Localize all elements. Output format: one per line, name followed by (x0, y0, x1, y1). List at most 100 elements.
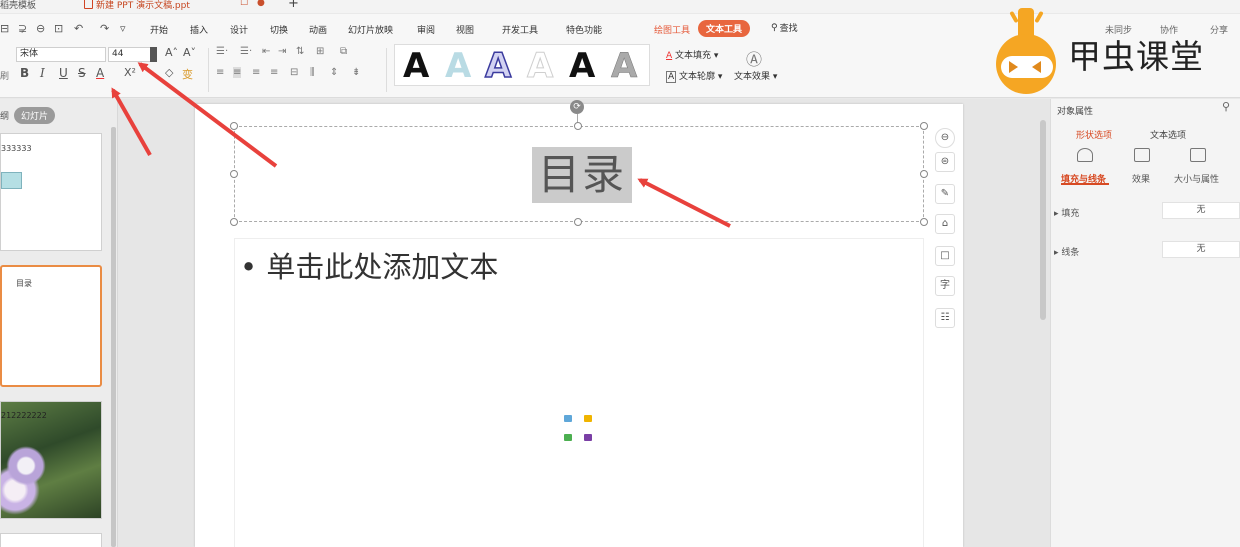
convert-smartart-icon[interactable]: ⧉ (340, 46, 347, 57)
format-painter-label[interactable]: 刷 (0, 69, 9, 82)
print-preview-icon[interactable]: ⊡ (54, 22, 63, 35)
wordart-style-6[interactable]: A (611, 47, 638, 86)
tab-docer-templates[interactable]: 稻壳模板 (0, 0, 36, 11)
slide-thumbnail-3[interactable]: 212222222 (0, 401, 102, 519)
font-name-input[interactable]: 宋体 (16, 47, 106, 62)
wordart-style-1[interactable]: A (403, 47, 429, 85)
text-icon[interactable]: 字 (935, 276, 955, 296)
wordart-style-2[interactable]: A (445, 47, 471, 85)
open-icon[interactable]: ⊋ (18, 22, 27, 35)
distribute-icon[interactable]: ⊟ (290, 67, 298, 78)
bullets-icon[interactable]: ☰· (216, 46, 228, 57)
fill-select[interactable]: 无 (1162, 202, 1240, 219)
align-center-icon[interactable]: ≡ (233, 67, 242, 78)
slide-title-text[interactable]: 目录 (532, 147, 633, 203)
paragraph-spacing-icon[interactable]: ⇟ (352, 67, 360, 78)
resize-handle[interactable] (574, 122, 582, 130)
pin-icon[interactable]: ⚲ (1222, 100, 1230, 113)
decrease-font-size-icon[interactable]: A˅ (183, 46, 196, 59)
line-row-label[interactable]: ▸ 线条 (1054, 245, 1079, 258)
slide-thumbnail-2[interactable]: 目录 (0, 265, 102, 387)
justify-icon[interactable]: ≡ (270, 67, 278, 78)
menu-view[interactable]: 视图 (456, 23, 474, 36)
size-icon[interactable] (1190, 148, 1206, 162)
wordart-style-3[interactable]: A (484, 46, 512, 86)
fill-bucket-icon[interactable] (1077, 148, 1093, 162)
insert-chart-icon[interactable] (584, 415, 592, 422)
resize-handle[interactable] (920, 122, 928, 130)
tab-outline[interactable]: 纲 (0, 109, 9, 122)
tab-text-options[interactable]: 文本选项 (1150, 128, 1186, 141)
pen-icon[interactable]: ✎ (935, 184, 955, 204)
line-select[interactable]: 无 (1162, 241, 1240, 258)
strikethrough-icon[interactable]: S (78, 66, 86, 80)
align-left-icon[interactable]: ≡ (216, 67, 224, 78)
new-tab-button[interactable]: + (288, 0, 299, 11)
resize-handle[interactable] (920, 218, 928, 226)
decrease-indent-icon[interactable]: ⇤ (262, 46, 270, 57)
menu-insert[interactable]: 插入 (190, 23, 208, 36)
clear-format-icon[interactable]: ◇ (165, 66, 173, 79)
menu-special-features[interactable]: 特色功能 (566, 23, 602, 36)
wordart-style-4[interactable]: A (526, 47, 553, 86)
superscript-icon[interactable]: X² (124, 66, 136, 79)
slide-thumbnail-4[interactable] (0, 533, 102, 547)
menu-animation[interactable]: 动画 (309, 23, 327, 36)
resize-handle[interactable] (920, 170, 928, 178)
text-effect-button[interactable]: 文本效果 ▾ (734, 69, 777, 82)
text-direction-icon[interactable]: ⇅ (296, 46, 304, 57)
menu-developer[interactable]: 开发工具 (502, 23, 538, 36)
monitor-icon[interactable]: ☐ (240, 0, 248, 8)
canvas-scrollbar[interactable] (1040, 120, 1046, 320)
phonetic-icon[interactable]: 变 (182, 66, 193, 82)
menu-home[interactable]: 开始 (150, 23, 168, 36)
font-size-input[interactable]: 44 (108, 47, 152, 62)
resize-handle[interactable] (574, 218, 582, 226)
resize-handle[interactable] (230, 218, 238, 226)
italic-icon[interactable]: I (40, 66, 45, 80)
menu-drawing-tools[interactable]: 绘图工具 (654, 23, 690, 36)
columns-icon[interactable]: ⫼ (310, 67, 315, 78)
search-button[interactable]: ⚲ 查找 (771, 20, 798, 35)
tab-shape-options[interactable]: 形状选项 (1076, 128, 1112, 141)
fill-icon[interactable]: ⌂ (935, 214, 955, 234)
align-right-icon[interactable]: ≡ (252, 67, 260, 78)
effect-icon[interactable] (1134, 148, 1150, 162)
font-size-dropdown-button[interactable] (150, 47, 157, 62)
wordart-style-5[interactable]: A (569, 47, 595, 85)
line-spacing-icon[interactable]: ⇕ (330, 67, 338, 78)
tab-slides[interactable]: 幻灯片 (14, 107, 56, 124)
text-fill-button[interactable]: A 文本填充 ▾ (666, 48, 718, 61)
menu-text-tools[interactable]: 文本工具 (698, 20, 751, 37)
menu-review[interactable]: 审阅 (417, 23, 435, 36)
subtab-size-properties[interactable]: 大小与属性 (1174, 172, 1219, 185)
font-color-icon[interactable]: A (96, 66, 104, 80)
menu-transition[interactable]: 切换 (270, 23, 288, 36)
resize-handle[interactable] (230, 170, 238, 178)
text-format-icon[interactable]: ☷ (935, 308, 955, 328)
customize-quick-access-icon[interactable]: ▿ (120, 22, 126, 35)
slide-thumbnail-1[interactable]: 333333 (0, 133, 102, 251)
bold-icon[interactable]: B (20, 66, 29, 80)
resize-handle[interactable] (230, 122, 238, 130)
increase-font-size-icon[interactable]: A˄ (165, 46, 178, 59)
align-text-icon[interactable]: ⊞ (316, 46, 324, 57)
shape-outline-icon[interactable]: □ (935, 246, 955, 266)
print-icon[interactable]: ⊖ (36, 22, 45, 35)
layers-icon[interactable]: ⊜ (935, 152, 955, 172)
text-effect-icon[interactable]: Ⓐ (746, 46, 762, 70)
body-placeholder-text[interactable]: • 单击此处添加文本 (240, 244, 498, 286)
insert-picture-icon[interactable] (564, 415, 572, 422)
tab-current-document[interactable]: 新建 PPT 演示文稿.ppt (84, 0, 190, 11)
menu-slideshow[interactable]: 幻灯片放映 (348, 23, 393, 36)
insert-table-icon[interactable] (564, 434, 572, 441)
collapse-icon[interactable]: ⊖ (935, 128, 955, 148)
share-button[interactable]: 分享 (1210, 23, 1228, 36)
undo-icon[interactable]: ↶ (74, 22, 83, 35)
fill-row-label[interactable]: ▸ 填充 (1054, 206, 1079, 219)
subtab-effect[interactable]: 效果 (1132, 172, 1150, 185)
numbering-icon[interactable]: ☰· (240, 46, 252, 57)
menu-design[interactable]: 设计 (230, 23, 248, 36)
increase-indent-icon[interactable]: ⇥ (278, 46, 286, 57)
thumbnail-scrollbar[interactable] (111, 127, 116, 547)
